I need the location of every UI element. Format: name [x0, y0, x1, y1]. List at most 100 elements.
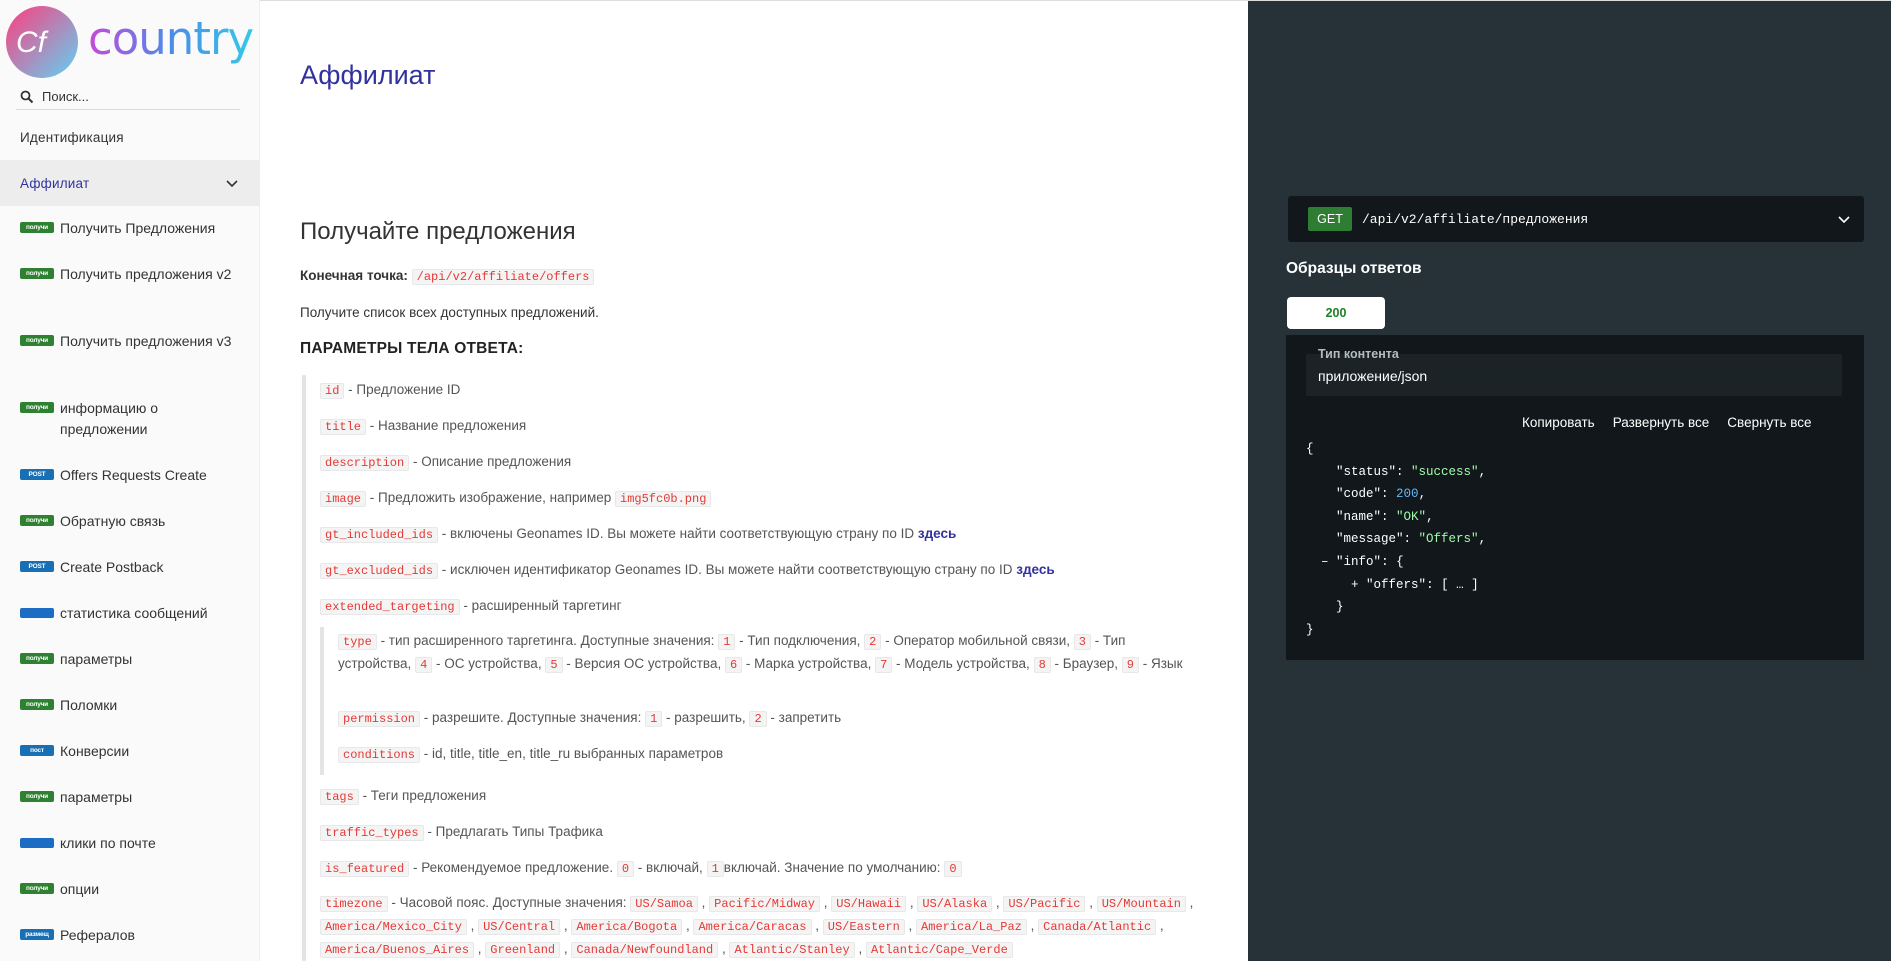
svg-text:Cf: Cf	[16, 26, 49, 59]
param-code: gt_excluded_ids	[320, 563, 439, 579]
sidebar-item-label: Получить предложения v2	[60, 266, 232, 282]
param-code: gt_included_ids	[320, 527, 439, 543]
timezone-value: America/Buenos_Aires	[320, 942, 475, 958]
timezone-value: Canada/Newfoundland	[571, 942, 719, 958]
param-row: description - Описание предложения	[320, 447, 1202, 483]
param-code: conditions	[338, 747, 421, 763]
param-row: gt_included_ids - включены Geonames ID. …	[320, 519, 1202, 555]
sidebar-item[interactable]: получи Получить предложения v3	[0, 319, 260, 386]
sidebar-item[interactable]: POST Create Postback	[0, 545, 260, 591]
param-code: permission	[338, 711, 421, 727]
param-text: - Тип подключения,	[735, 633, 865, 648]
geonames-link[interactable]: здесь	[1016, 562, 1054, 577]
timezone-value: America/Caracas	[693, 919, 812, 935]
param-value: 0	[944, 861, 962, 877]
sidebar-item[interactable]: получи опции	[0, 867, 260, 913]
param-value: 1	[645, 711, 663, 727]
param-text: - Описание предложения	[409, 454, 572, 469]
param-code: extended_targeting	[320, 599, 460, 615]
sidebar-item[interactable]: получи параметры	[0, 775, 260, 821]
sidebar-item[interactable]: клики по почте	[0, 821, 260, 867]
sidebar-section-label: Идентификация	[20, 129, 124, 145]
param-value: 2	[749, 711, 767, 727]
param-text: - разрешить,	[662, 710, 750, 725]
param-text: - Предложить изображение, например	[366, 490, 615, 505]
method-badge: получи	[20, 791, 54, 802]
sidebar-item[interactable]: размещ Рефералов	[0, 913, 260, 959]
search-box[interactable]	[16, 84, 240, 110]
sidebar-item-label: Offers Requests Create	[60, 467, 207, 483]
expand-toggle[interactable]: +	[1351, 578, 1359, 592]
timezone-value: US/Mountain	[1096, 896, 1186, 912]
geonames-link[interactable]: здесь	[918, 526, 956, 541]
json-value: 200	[1396, 487, 1419, 502]
sidebar-item[interactable]: получи параметры	[0, 637, 260, 683]
endpoint-dropdown[interactable]: GET /api/v2/affiliate/предложения	[1288, 196, 1864, 242]
param-value: 9	[1121, 657, 1139, 673]
sidebar-item[interactable]: статистика сообщений	[0, 591, 260, 637]
param-text: - разрешите. Доступные значения:	[420, 710, 646, 725]
sidebar-item-label: опции	[60, 881, 100, 897]
copy-button[interactable]: Копировать	[1522, 415, 1595, 430]
endpoint-label: Конечная точка:	[300, 268, 408, 283]
response-params: id - Предложение ID title - Название пре…	[302, 375, 1202, 961]
sidebar-item[interactable]: пост Конверсии	[0, 729, 260, 775]
json-collapsed-value[interactable]: [ … ]	[1441, 578, 1479, 592]
method-badge: получи	[20, 883, 54, 894]
param-text: - расширенный таргетинг	[459, 598, 622, 613]
timezone-value: US/Central	[478, 919, 561, 935]
sidebar: Cf country Идентификация Аффилиат получи…	[0, 0, 260, 961]
response-samples-title: Образцы ответов	[1286, 260, 1422, 277]
method-badge: POST	[20, 469, 54, 480]
param-code: title	[320, 419, 367, 435]
response-tab-200[interactable]: 200	[1287, 297, 1385, 329]
operation-title: Получайте предложения	[300, 218, 576, 245]
method-badge: POST	[20, 561, 54, 572]
param-text: - исключен идентификатор Geonames ID. Вы…	[438, 562, 1017, 577]
sidebar-item[interactable]: POST Offers Requests Create	[0, 453, 260, 499]
sidebar-item[interactable]: получи Поломки	[0, 683, 260, 729]
logo[interactable]: Cf country	[2, 2, 260, 80]
param-code: image	[320, 491, 367, 507]
param-text: - Версия ОС устройства,	[562, 656, 725, 671]
sidebar-item-label: клики по почте	[60, 835, 156, 851]
chevron-down-icon	[1838, 216, 1850, 224]
sidebar-item-label: Обратную связь	[60, 513, 166, 529]
operation-description: Получите список всех доступных предложен…	[300, 305, 599, 320]
sidebar-item-label: параметры	[60, 789, 133, 805]
param-text: - Рекомендуемое предложение.	[409, 860, 617, 875]
collapse-toggle[interactable]: –	[1321, 555, 1329, 569]
param-value: 8	[1033, 657, 1051, 673]
collapse-all-button[interactable]: Свернуть все	[1727, 415, 1811, 430]
sidebar-item[interactable]: получи Получить Предложения	[0, 206, 260, 252]
sidebar-item[interactable]: получи Получить предложения v2	[0, 252, 260, 319]
endpoint-line: Конечная точка: /api/v2/affiliate/offers	[300, 268, 595, 285]
chevron-down-icon	[226, 180, 238, 188]
sidebar-item[interactable]: получи Обратную связь	[0, 499, 260, 545]
param-row: is_featured - Рекомендуемое предложение.…	[320, 853, 1202, 889]
timezone-value: US/Samoa	[630, 896, 698, 912]
param-text: включай. Значение по умолчанию:	[723, 860, 945, 875]
sidebar-item[interactable]: получи информацию о предложении	[0, 386, 260, 453]
sidebar-section-affiliate[interactable]: Аффилиат	[0, 160, 260, 206]
json-key: "offers"	[1366, 577, 1427, 592]
timezone-value: Atlantic/Cape_Verde	[865, 942, 1013, 958]
param-code: tags	[320, 789, 359, 805]
param-value: 4	[415, 657, 433, 673]
method-badge: размещ	[20, 929, 54, 940]
timezone-value: Atlantic/Stanley	[729, 942, 855, 958]
search-input[interactable]	[42, 89, 222, 104]
sidebar-item-label: статистика сообщений	[60, 605, 208, 621]
endpoint-path: /api/v2/affiliate/предложения	[1362, 211, 1589, 227]
method-badge: получи	[20, 335, 54, 346]
param-code: is_featured	[320, 861, 410, 877]
sidebar-section-identification[interactable]: Идентификация	[0, 114, 260, 160]
sidebar-section-label: Аффилиат	[20, 175, 90, 191]
json-value: "success"	[1411, 464, 1479, 479]
param-row: type - тип расширенного таргетинга. Дост…	[338, 627, 1198, 703]
sidebar-item-label: Create Postback	[60, 559, 164, 575]
expand-all-button[interactable]: Развернуть все	[1613, 415, 1710, 430]
param-code: description	[320, 455, 410, 471]
sidebar-item-label: Получить предложения v3	[60, 333, 232, 349]
param-row: gt_excluded_ids - исключен идентификатор…	[320, 555, 1202, 591]
